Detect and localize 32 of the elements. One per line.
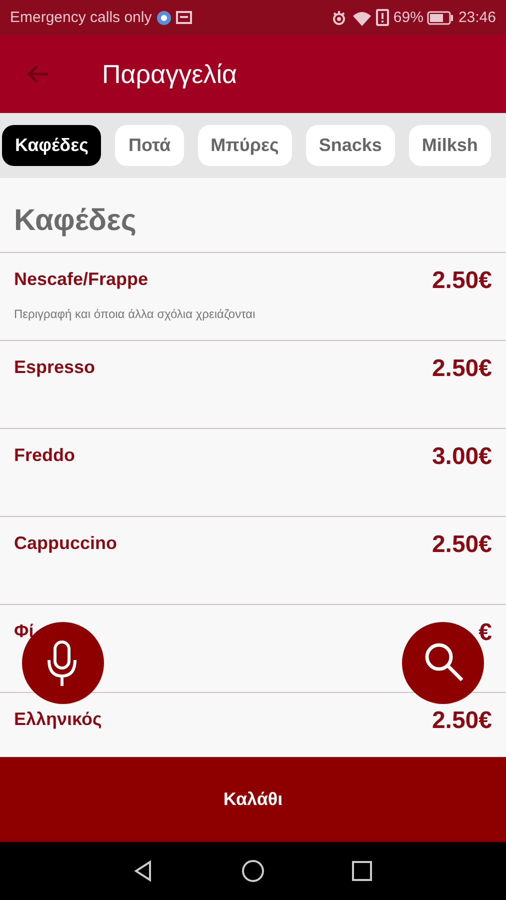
basket-button[interactable]: Καλάθι: [0, 757, 506, 842]
item-name: Ελληνικός: [14, 709, 102, 730]
circle-icon: [240, 859, 265, 883]
sim-alert-icon: [376, 9, 390, 26]
battery-icon: [427, 10, 454, 24]
item-description: Περιγραφή και όποια άλλα σχόλια χρειάζονται: [14, 307, 256, 321]
item-name: Freddo: [14, 445, 75, 466]
item-name: Nescafe/Frappe: [14, 269, 148, 290]
item-name: Φί: [14, 621, 34, 642]
carrier-text: Emergency calls only: [10, 9, 152, 26]
item-price: 2.50€: [432, 531, 492, 559]
category-tab[interactable]: Ποτά: [115, 125, 184, 166]
item-price: 2.50€: [432, 707, 492, 735]
category-tab[interactable]: Milksh: [408, 125, 491, 166]
item-price: 2.50€: [432, 267, 492, 295]
category-tab[interactable]: Snacks: [306, 125, 395, 166]
clock-time: 23:46: [458, 9, 496, 26]
category-tab[interactable]: Καφέδες: [2, 125, 102, 166]
item-name: Cappuccino: [14, 533, 118, 554]
square-icon: [350, 859, 374, 883]
item-price: 3.00€: [432, 443, 492, 471]
category-tab[interactable]: Μπύρες: [198, 125, 292, 166]
item-price: 2.50€: [432, 355, 492, 383]
home-nav-button[interactable]: [240, 859, 265, 883]
recents-nav-button[interactable]: [350, 859, 374, 883]
battery-percent: 69%: [393, 9, 424, 26]
section-title: Καφέδες: [13, 203, 138, 239]
item-name: Espresso: [14, 357, 96, 378]
screen-title: Παραγγελία: [102, 58, 238, 90]
wifi-icon: [352, 10, 372, 26]
card-icon: [176, 10, 192, 25]
item-price: €: [478, 619, 492, 647]
